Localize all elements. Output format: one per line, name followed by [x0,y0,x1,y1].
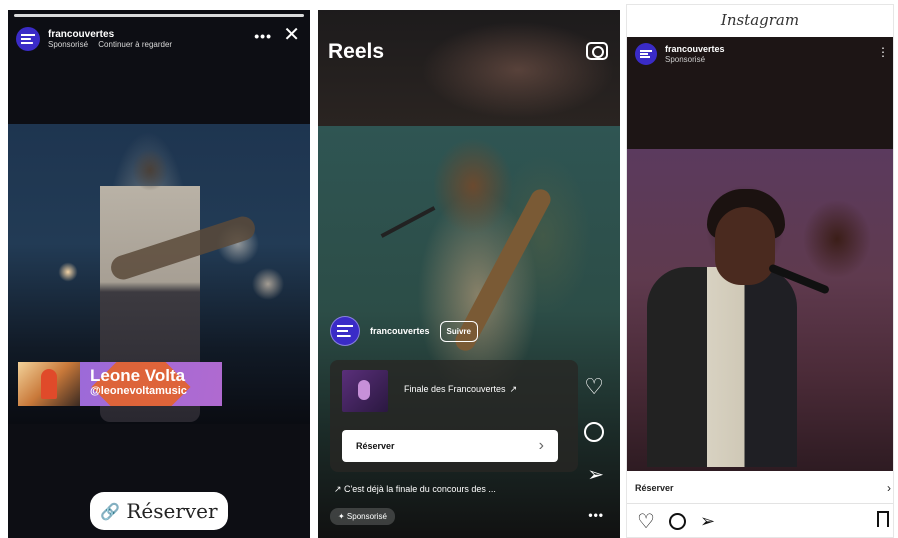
camera-icon[interactable] [586,42,608,60]
story-header: francouvertes Sponsorisé Continuer à reg… [16,24,302,54]
artist-tag[interactable]: Leone Volta @leonevoltamusic [18,362,222,406]
artist-name-block: Leone Volta @leonevoltamusic [80,362,222,406]
reserve-button-label: Réserver [356,441,395,451]
chevron-right-icon[interactable]: › [887,481,891,495]
close-icon[interactable]: ✕ [283,25,300,45]
post-meta: francouvertes Sponsorisé [665,44,725,64]
reserve-button[interactable]: 🔗 Réserver [90,492,228,530]
follow-button[interactable]: Suivre [439,320,478,342]
continue-watching-link[interactable]: Continuer à regarder [98,40,172,49]
share-send-icon[interactable]: ➢ [587,462,604,487]
story-subline: Sponsorisé Continuer à regarder [48,40,180,49]
sponsored-label: Sponsorisé [665,54,706,64]
external-link-icon: ↗ [509,384,518,394]
feed-panel: Instagram francouvertes Sponsorisé ⋮ Rés… [626,4,894,538]
story-meta: francouvertes Sponsorisé Continuer à reg… [48,29,180,50]
link-icon: 🔗 [100,501,121,521]
reels-panel: Reels francouvertes Suivre Finale des Fr… [318,10,620,538]
reel-caption[interactable]: ↗ C'est déjà la finale du concours des .… [334,484,496,495]
post-header: francouvertes Sponsorisé [635,43,725,65]
artist-handle: @leonevoltamusic [90,385,187,397]
sponsored-label: Sponsorisé [48,40,89,50]
bookmark-icon[interactable] [877,511,889,527]
more-options-icon[interactable]: ••• [254,28,272,44]
share-send-icon[interactable]: ➢ [700,511,715,532]
comment-icon[interactable] [584,422,604,442]
divider [627,503,893,504]
event-card[interactable]: Finale des Francouvertes ↗ Réserver › [330,360,578,472]
like-heart-icon[interactable]: ♡ [637,509,655,534]
page-title: Reels [328,40,385,63]
brand-logo-icon [337,325,353,337]
instagram-logo[interactable]: Instagram [627,11,893,29]
more-options-icon[interactable]: ⋮ [877,45,889,59]
account-name[interactable]: francouvertes [370,326,430,336]
event-thumbnail [342,370,388,412]
story-panel: francouvertes Sponsorisé Continuer à reg… [8,10,310,538]
account-name[interactable]: francouvertes [665,44,725,54]
account-avatar[interactable] [16,27,40,51]
singer-jacket-shape [647,267,797,467]
comment-icon[interactable] [668,513,686,530]
post-actions: ♡ ➢ [637,509,729,534]
like-heart-icon[interactable]: ♡ [584,374,604,400]
artist-thumb-figure [41,369,57,399]
event-title: Finale des Francouvertes ↗ [400,384,517,395]
account-avatar[interactable] [635,43,657,65]
account-avatar[interactable] [330,316,360,346]
reserve-button-label: Réserver [126,499,218,523]
reels-top-background [318,10,620,126]
feed-post: francouvertes Sponsorisé ⋮ [627,37,893,471]
reel-account-row: francouvertes Suivre [330,316,478,346]
account-name[interactable]: francouvertes [48,29,180,41]
sponsored-badge: ✦ Sponsorisé [330,508,395,525]
artist-thumbnail [18,362,80,406]
chevron-right-icon: › [538,437,544,454]
event-title-text: Finale des Francouvertes [404,384,506,394]
reserve-button[interactable]: Réserver › [342,430,558,462]
reserve-link[interactable]: Réserver [635,483,674,493]
artist-name: Leone Volta [90,366,186,385]
singer-face-shape [715,207,775,285]
story-progress-bar [14,14,304,17]
brand-logo-icon [21,34,35,44]
brand-logo-icon [639,49,653,59]
more-options-icon[interactable]: ••• [588,508,604,522]
